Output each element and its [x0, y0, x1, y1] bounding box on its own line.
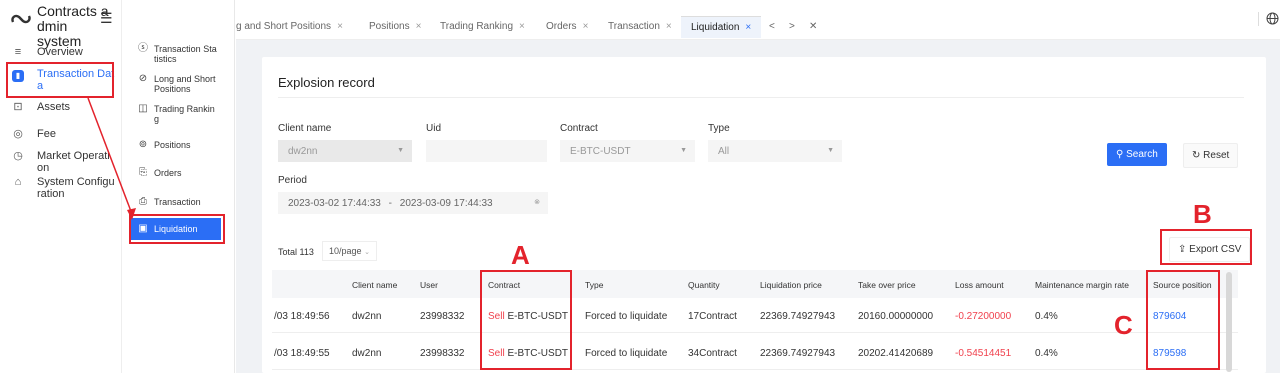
contract-value: E-BTC-USDT	[570, 146, 631, 157]
cell-time: /03 18:49:55	[274, 348, 330, 359]
cell-type: Forced to liquidate	[585, 311, 668, 322]
reset-icon: ↻	[1192, 150, 1201, 161]
client-name-select[interactable]: dw2nn ▼	[278, 140, 412, 162]
tab-close-all-icon[interactable]: ✕	[809, 21, 817, 32]
cell-quantity: 34Contract	[688, 348, 737, 359]
period-range-picker[interactable]: 2023-03-02 17:44:33 - 2023-03-09 17:44:3…	[278, 192, 548, 214]
cell-type: Forced to liquidate	[585, 348, 668, 359]
cell-loss: -0.54514451	[955, 348, 1012, 359]
column-header: User	[420, 280, 438, 290]
chevron-down-icon: ⌄	[364, 249, 370, 256]
divider	[1258, 12, 1259, 26]
type-value: All	[718, 146, 730, 157]
cell-client: dw2nn	[352, 311, 382, 322]
column-header: Liquidation price	[760, 280, 822, 290]
cell-time: /03 18:49:56	[274, 311, 330, 322]
client-name-label: Client name	[278, 123, 332, 134]
close-icon[interactable]: ×	[583, 21, 589, 32]
cell-takeover-price: 20160.00000000	[858, 311, 934, 322]
period-start: 2023-03-02 17:44:33	[288, 198, 381, 209]
search-icon: ⚲	[1116, 149, 1124, 160]
tab-trading-ranking[interactable]: Trading Ranking ×	[440, 21, 525, 32]
annotation-arrow	[87, 97, 136, 220]
close-icon[interactable]: ×	[745, 22, 751, 33]
contract-select[interactable]: E-BTC-USDT ▼	[560, 140, 695, 162]
cell-mmr: 0.4%	[1035, 348, 1058, 359]
tab-label: Positions	[369, 21, 410, 32]
column-header: Client name	[352, 280, 398, 290]
tab-liquidation[interactable]: Liquidation ×	[681, 16, 762, 38]
page-size-value: 10/page	[329, 246, 362, 256]
uid-input[interactable]	[426, 140, 547, 162]
chevron-down-icon: ▼	[827, 147, 834, 154]
scrollbar[interactable]	[1226, 272, 1232, 372]
close-icon[interactable]: ×	[666, 21, 672, 32]
annotation-box-export	[1160, 229, 1252, 265]
tab-bar: g and Short Positions × Positions × Tradin…	[236, 0, 1280, 40]
clear-circle-icon[interactable]: ⊗	[534, 198, 540, 206]
cell-takeover-price: 20202.41420689	[858, 348, 934, 359]
uid-label: Uid	[426, 123, 442, 134]
tab-label: g and Short Positions	[236, 21, 332, 32]
contract-label: Contract	[560, 123, 598, 134]
tab-transaction[interactable]: Transaction ×	[608, 21, 672, 32]
chevron-down-icon: ▼	[680, 147, 687, 154]
tab-label: Orders	[546, 21, 577, 32]
tab-label: Trading Ranking	[440, 21, 514, 32]
annotation-box-liquidation	[129, 214, 225, 244]
page-title: Explosion record	[278, 75, 375, 90]
type-select[interactable]: All ▼	[708, 140, 842, 162]
tab-next-icon[interactable]: >	[789, 21, 795, 32]
table-row: /03 18:49:56 dw2nn 23998332 Sell E-BTC-U…	[272, 299, 1238, 333]
annotation-label-a: A	[511, 240, 530, 270]
page-size-select[interactable]: 10/page ⌄	[322, 241, 377, 261]
chevron-down-icon: ▼	[397, 147, 404, 154]
column-header: Type	[585, 280, 604, 290]
cell-loss: -0.27200000	[955, 311, 1012, 322]
cell-liquidation-price: 22369.74927943	[760, 348, 836, 359]
globe-icon[interactable]	[1266, 12, 1279, 25]
column-header: Maintenance margin rate	[1035, 280, 1130, 290]
client-name-value: dw2nn	[288, 146, 318, 157]
table-header: Client name User Contract Type Quantity …	[272, 270, 1238, 298]
annotation-box-source-position	[1146, 270, 1220, 370]
reset-button-label: Reset	[1203, 150, 1230, 161]
annotation-label-c: C	[1114, 310, 1133, 340]
close-icon[interactable]: ×	[337, 21, 343, 32]
close-icon[interactable]: ×	[416, 21, 422, 32]
tab-prev-icon[interactable]: <	[769, 21, 775, 32]
column-header: Quantity	[688, 280, 720, 290]
cell-client: dw2nn	[352, 348, 382, 359]
reset-button[interactable]: ↻ Reset	[1183, 143, 1239, 168]
cell-user: 23998332	[420, 311, 465, 322]
cell-user: 23998332	[420, 348, 465, 359]
tab-label: Transaction	[608, 21, 660, 32]
cell-quantity: 17Contract	[688, 311, 737, 322]
annotation-box-contract	[480, 270, 572, 370]
period-label: Period	[278, 175, 307, 186]
period-end: 2023-03-09 17:44:33	[399, 198, 493, 209]
table-row: /03 18:49:55 dw2nn 23998332 Sell E-BTC-U…	[272, 336, 1238, 370]
close-icon[interactable]: ×	[519, 21, 525, 32]
annotation-label-b: B	[1193, 199, 1212, 229]
tab-positions[interactable]: Positions ×	[369, 21, 421, 32]
search-button[interactable]: ⚲ Search	[1107, 143, 1167, 166]
period-separator: -	[388, 198, 392, 209]
search-button-label: Search	[1126, 149, 1158, 160]
type-label: Type	[708, 123, 730, 134]
total-count: Total 113	[278, 247, 314, 257]
tab-long-short-positions[interactable]: g and Short Positions ×	[236, 21, 343, 32]
cell-liquidation-price: 22369.74927943	[760, 311, 836, 322]
column-header: Loss amount	[955, 280, 1004, 290]
tab-orders[interactable]: Orders ×	[546, 21, 588, 32]
tab-label: Liquidation	[691, 22, 740, 33]
column-header: Take over price	[858, 280, 916, 290]
cell-mmr: 0.4%	[1035, 311, 1058, 322]
divider	[278, 97, 1244, 98]
